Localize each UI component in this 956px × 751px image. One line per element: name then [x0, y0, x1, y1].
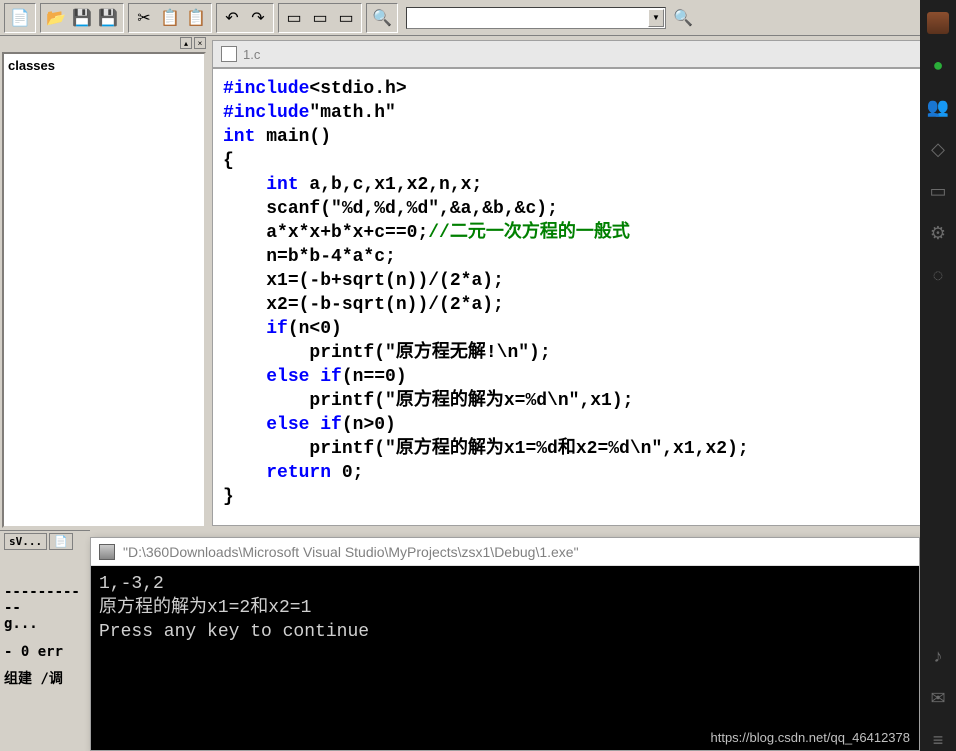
- document-icon: [221, 46, 237, 62]
- console-line: 1,-3,2: [99, 574, 164, 594]
- main-toolbar: ▼: [0, 0, 956, 36]
- console-app-icon: [99, 544, 115, 560]
- output-tabs: sV... 📄: [4, 533, 86, 550]
- mail-icon[interactable]: ✉: [927, 687, 949, 709]
- output-tab-icon[interactable]: 📄: [49, 533, 73, 550]
- editor-tab-label[interactable]: 1.c: [243, 47, 260, 62]
- new-file-button[interactable]: [8, 6, 32, 30]
- class-view-tree[interactable]: classes: [2, 52, 206, 528]
- code-kw: int: [266, 175, 298, 195]
- toolbar-group-undo: [216, 3, 274, 33]
- code-text: a,b,c,x1,x2,n,x;: [299, 175, 483, 195]
- side-panel-controls: ▴ ×: [0, 36, 208, 50]
- window-tile-button[interactable]: [308, 6, 332, 30]
- console-title-text: "D:\360Downloads\Microsoft Visual Studio…: [123, 544, 579, 560]
- dropdown-arrow-icon[interactable]: ▼: [648, 9, 664, 27]
- settings-icon[interactable]: ⚙: [927, 222, 949, 244]
- code-text: 0;: [331, 463, 363, 483]
- right-dock: ● 👥 ◇ ▭ ⚙ ◌ ♪ ✉ ≡: [920, 0, 956, 751]
- code-text: a*x*x+b*x+c==0;: [266, 223, 428, 243]
- copy-button[interactable]: [158, 6, 182, 30]
- music-icon[interactable]: ♪: [927, 645, 949, 667]
- console-titlebar[interactable]: "D:\360Downloads\Microsoft Visual Studio…: [91, 538, 919, 566]
- footer-tab[interactable]: 调: [49, 671, 63, 687]
- toolbar-group-open: [40, 3, 124, 33]
- code-comment: //二元一次方程的一般式: [428, 223, 630, 243]
- code-kw: #include: [223, 79, 309, 99]
- open-file-button[interactable]: [44, 6, 68, 30]
- save-button[interactable]: [70, 6, 94, 30]
- code-text: x2=(-b-sqrt(n))/(2*a);: [266, 295, 504, 315]
- save-all-button[interactable]: [96, 6, 120, 30]
- menu-icon[interactable]: ≡: [927, 729, 949, 751]
- code-kw: int: [223, 127, 255, 147]
- toolbar-group-file: [4, 3, 36, 33]
- code-text: {: [223, 151, 234, 171]
- panel-close-icon[interactable]: ×: [194, 37, 206, 49]
- code-text: printf("原方程的解为x1=%d和x2=%d\n",x1,x2);: [309, 439, 748, 459]
- code-text: printf("原方程无解!\n");: [309, 343, 550, 363]
- editor-panel: 1.c #include<stdio.h> #include"math.h" i…: [208, 36, 956, 530]
- output-panel: sV... 📄 ----------- g... - 0 err 组建 /调: [0, 530, 90, 751]
- watermark-text: https://blog.csdn.net/qq_46412378: [711, 730, 911, 745]
- toolbar-group-edit: [128, 3, 212, 33]
- output-line: -----------: [4, 584, 86, 616]
- people-icon[interactable]: 👥: [927, 96, 949, 118]
- find-button[interactable]: [370, 6, 394, 30]
- find-dropdown[interactable]: ▼: [406, 7, 666, 29]
- redo-button[interactable]: [246, 6, 270, 30]
- console-line: Press any key to continue: [99, 622, 369, 642]
- code-text: printf("原方程的解为x=%d\n",x1);: [309, 391, 633, 411]
- code-text: scanf("%d,%d,%d",&a,&b,&c);: [266, 199, 558, 219]
- console-output[interactable]: 1,-3,2 原方程的解为x1=2和x2=1 Press any key to …: [91, 566, 919, 750]
- folder-icon[interactable]: ▭: [927, 180, 949, 202]
- misc-icon[interactable]: ◌: [927, 264, 949, 286]
- cut-button[interactable]: [132, 6, 156, 30]
- code-text: <stdio.h>: [309, 79, 406, 99]
- window-stack-button[interactable]: [334, 6, 358, 30]
- console-window: "D:\360Downloads\Microsoft Visual Studio…: [90, 537, 920, 751]
- code-text: "math.h": [309, 103, 395, 123]
- toolbar-group-find: [366, 3, 398, 33]
- window-list-button[interactable]: [282, 6, 306, 30]
- code-kw: return: [266, 463, 331, 483]
- main-area: ▴ × classes 1.c #include<stdio.h> #inclu…: [0, 36, 956, 530]
- code-kw: else if: [266, 367, 342, 387]
- code-text: }: [223, 487, 234, 507]
- avatar-icon[interactable]: [927, 12, 949, 34]
- code-text: (n==0): [342, 367, 407, 387]
- chat-icon[interactable]: ●: [927, 54, 949, 76]
- output-line: g...: [4, 616, 86, 632]
- code-text: x1=(-b+sqrt(n))/(2*a);: [266, 271, 504, 291]
- class-view-label: classes: [8, 58, 55, 73]
- code-kw: else if: [266, 415, 342, 435]
- code-text: (n<0): [288, 319, 342, 339]
- cube-icon[interactable]: ◇: [927, 138, 949, 160]
- output-tab[interactable]: sV...: [4, 533, 47, 550]
- undo-button[interactable]: [220, 6, 244, 30]
- code-kw: #include: [223, 103, 309, 123]
- panel-pin-icon[interactable]: ▴: [180, 37, 192, 49]
- workspace-side-panel: ▴ × classes: [0, 36, 208, 530]
- footer-tab[interactable]: 组建: [4, 671, 32, 687]
- console-line: 原方程的解为x1=2和x2=1: [99, 598, 311, 618]
- output-footer: 组建 /调: [4, 668, 86, 688]
- code-text: n=b*b-4*a*c;: [266, 247, 396, 267]
- code-editor[interactable]: #include<stdio.h> #include"math.h" int m…: [212, 68, 952, 526]
- output-line: - 0 err: [4, 644, 86, 660]
- code-text: main(): [255, 127, 331, 147]
- toolbar-group-window: [278, 3, 362, 33]
- editor-tab-bar: 1.c: [212, 40, 952, 68]
- paste-button[interactable]: [184, 6, 208, 30]
- code-kw: if: [266, 319, 288, 339]
- code-text: (n>0): [342, 415, 396, 435]
- find-in-files-button[interactable]: [671, 6, 695, 30]
